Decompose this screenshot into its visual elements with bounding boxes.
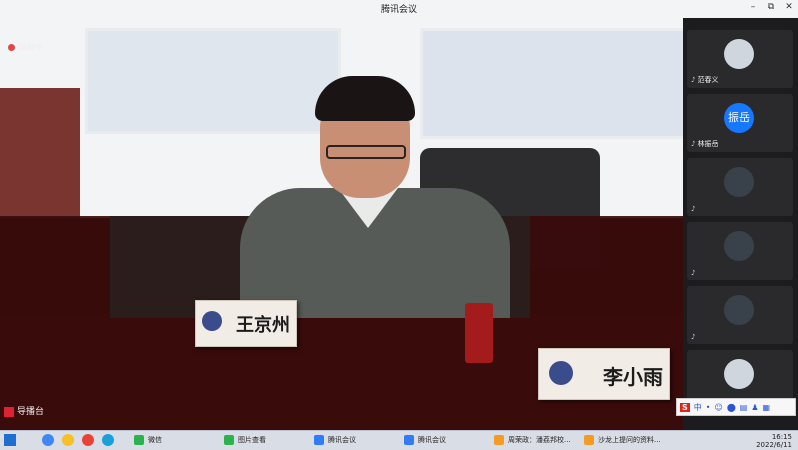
speaker-hair: [315, 76, 415, 121]
speaker-badge-icon: [4, 406, 14, 417]
folder-icon[interactable]: [62, 434, 74, 446]
recording-indicator[interactable]: 录制中: [8, 42, 43, 53]
mic-muted-icon: ♪: [691, 205, 696, 213]
video-cup: [465, 303, 493, 363]
participant-tile[interactable]: ♪ 范春义: [687, 30, 793, 88]
taskbar-app-label: 腾讯会议: [328, 436, 356, 444]
mic-muted-icon: ♪: [691, 269, 696, 277]
document-icon: [494, 435, 504, 445]
participant-avatar: [724, 231, 754, 261]
taskbar-app-label: 周荣政：潘荔邦校...: [508, 436, 571, 444]
taskbar-app-label: 沙龙上提问的资料...: [598, 436, 661, 444]
document-icon: [584, 435, 594, 445]
window-title: 腾讯会议: [380, 5, 417, 15]
recording-dot-icon: [8, 44, 15, 51]
maximize-button[interactable]: ⧉: [764, 2, 778, 12]
participant-tile[interactable]: 振岳 ♪ 林振岳: [687, 94, 793, 152]
participant-name-row: ♪ 范春义: [691, 75, 718, 85]
participant-tile[interactable]: ♪: [687, 222, 793, 280]
edge-icon[interactable]: [102, 434, 114, 446]
title-bar: 腾讯会议 – ⧉ ✕: [0, 0, 798, 19]
nameplate: 李小雨: [538, 348, 670, 400]
file-explorer-icon[interactable]: [42, 434, 54, 446]
ime-mode[interactable]: 中: [694, 402, 702, 413]
participant-tile[interactable]: ♪: [687, 286, 793, 344]
wechat-icon: [134, 435, 144, 445]
active-speaker: 导播台: [4, 404, 44, 417]
mic-muted-icon: ♪: [691, 333, 696, 341]
nameplate-text: 李小雨: [603, 365, 663, 389]
active-speaker-label: 导播台: [17, 407, 45, 417]
nameplate: 王京州: [195, 300, 297, 347]
video-window-right: [420, 28, 683, 139]
university-logo-icon: [549, 361, 573, 385]
image-viewer-icon: [224, 435, 234, 445]
participant-sidebar: ♪ 范春义 振岳 ♪ 林振岳 ♪ ♪ ♪: [683, 18, 798, 430]
ime-toolbar[interactable]: S 中 • ☺ ⬤ ▤ ♟ ▦: [676, 398, 796, 416]
participant-name: 林振岳: [697, 140, 719, 148]
participant-avatar: 振岳: [724, 103, 754, 133]
ime-punct-icon[interactable]: •: [706, 403, 711, 412]
participant-name: 范春义: [697, 76, 719, 84]
taskbar-app-label: 腾讯会议: [418, 436, 446, 444]
speaker-glasses: [326, 145, 406, 159]
taskbar-app[interactable]: 周荣政：潘荔邦校...: [494, 433, 571, 447]
sogou-icon[interactable]: S: [680, 402, 690, 412]
ime-emoji-icon[interactable]: ☺: [714, 403, 722, 412]
taskbar-app[interactable]: 腾讯会议: [404, 433, 446, 447]
taskbar: 微信 图片查看 腾讯会议 腾讯会议 周荣政：潘荔邦校... 沙龙上提问的资料..…: [0, 430, 798, 450]
participant-name-row: ♪: [691, 205, 697, 213]
video-window-left: [85, 28, 341, 134]
minimize-button[interactable]: –: [746, 2, 760, 12]
university-logo-icon: [202, 311, 222, 331]
ime-skin-icon[interactable]: ♟: [751, 403, 758, 412]
taskbar-app[interactable]: 图片查看: [224, 433, 266, 447]
main-video[interactable]: 王京州 李小雨 录制中: [0, 18, 683, 430]
video-cabinet: [0, 88, 80, 218]
tencent-meeting-icon: [314, 435, 324, 445]
close-button[interactable]: ✕: [782, 2, 796, 12]
participant-name-row: ♪: [691, 269, 697, 277]
ime-voice-icon[interactable]: ⬤: [727, 403, 736, 412]
participant-tile[interactable]: ♪: [687, 158, 793, 216]
taskbar-app-label: 图片查看: [238, 436, 266, 444]
recording-label: 录制中: [19, 43, 43, 52]
participant-name-row: ♪: [691, 333, 697, 341]
participant-avatar: [724, 39, 754, 69]
chrome-icon[interactable]: [82, 434, 94, 446]
participant-name-row: ♪ 林振岳: [691, 139, 718, 149]
participant-avatar: [724, 359, 754, 389]
mic-muted-icon: ♪: [691, 76, 696, 84]
ime-keyboard-icon[interactable]: ▤: [740, 403, 748, 412]
participant-avatar: [724, 295, 754, 325]
ime-grid-icon[interactable]: ▦: [763, 403, 771, 412]
mic-muted-icon: ♪: [691, 140, 696, 148]
taskbar-app[interactable]: 沙龙上提问的资料...: [584, 433, 661, 447]
tencent-meeting-icon: [404, 435, 414, 445]
windows-start-icon[interactable]: [4, 434, 16, 446]
system-clock[interactable]: 16:15 2022/6/11: [756, 433, 792, 449]
nameplate-text: 王京州: [236, 315, 290, 336]
participant-avatar: [724, 167, 754, 197]
taskbar-app[interactable]: 腾讯会议: [314, 433, 356, 447]
taskbar-app-label: 微信: [148, 436, 162, 444]
clock-time: 16:15: [771, 433, 792, 441]
clock-date: 2022/6/11: [756, 441, 792, 449]
taskbar-app[interactable]: 微信: [134, 433, 162, 447]
